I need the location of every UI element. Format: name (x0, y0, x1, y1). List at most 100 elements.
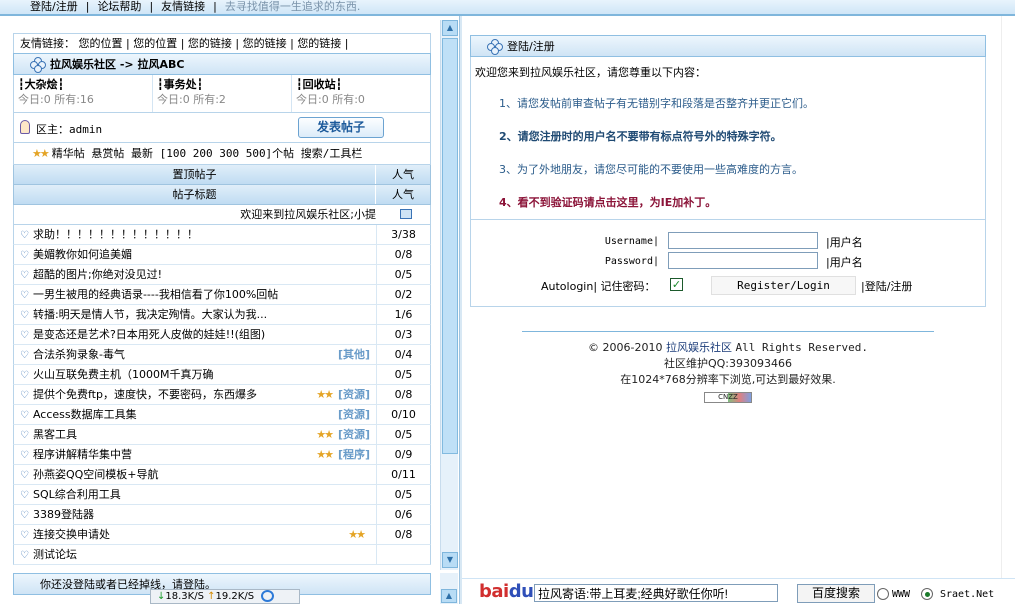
thread-title-link[interactable]: 超酷的图片;你绝对没见过! (33, 268, 162, 281)
heart-icon: ♡ (20, 430, 29, 441)
friend-link[interactable]: 您的链接 (188, 37, 232, 50)
heart-icon: ♡ (20, 250, 29, 261)
thread-row[interactable]: ♡ Access数据库工具集 [资源] 0/10 (13, 405, 431, 425)
www-radio[interactable] (877, 588, 889, 600)
thread-title-link[interactable]: 黑客工具 (33, 428, 77, 441)
support-qq: 社区维护QQ:393093466 (663, 357, 792, 370)
ie-icon[interactable] (261, 590, 275, 602)
cnzz-badge[interactable]: CNZZ (704, 392, 752, 403)
scrollbar-thumb[interactable] (442, 38, 458, 454)
scroll-down-icon[interactable]: ▼ (442, 552, 458, 568)
moderator-label[interactable]: 区主：admin (36, 121, 102, 137)
thread-category[interactable]: [程序] (338, 448, 370, 461)
thread-title-link[interactable]: 程序讲解精华集中营 (33, 448, 132, 461)
thread-row[interactable]: ♡ SQL综合利用工具 0/5 (13, 485, 431, 505)
board-name[interactable]: 事务处 (164, 78, 197, 91)
thread-title-link[interactable]: 合法杀狗录象-毒气 (33, 348, 125, 361)
baidu-logo[interactable]: baidu (479, 581, 534, 602)
ie-patch-link[interactable]: 4、看不到验证码请点击这里，为IE加补丁。 (499, 186, 985, 219)
thread-row[interactable]: ♡ 一男生被甩的经典语录----我相信看了你100%回帖 0/2 (13, 285, 431, 305)
thread-title-link[interactable]: 火山互联免费主机（1000M千真万确 (33, 368, 213, 381)
thread-category[interactable]: [其他] (338, 348, 370, 361)
thread-title-link[interactable]: 求助！！！！！！！！！！！！！ (33, 228, 198, 241)
thread-title-link[interactable]: 连接交换申请处 (33, 528, 110, 541)
thread-popularity: 0/11 (376, 465, 430, 484)
thread-title-link[interactable]: 孙燕姿QQ空间模板+导航 (33, 468, 159, 481)
breadcrumb-text[interactable]: 拉风娱乐社区 -> 拉风ABC (50, 58, 184, 71)
thread-title-link[interactable]: SQL综合利用工具 (33, 488, 121, 501)
board-name[interactable]: 回收站 (303, 78, 336, 91)
friend-link[interactable]: 您的位置 (133, 37, 177, 50)
thread-title-link[interactable]: 是变态还是艺术?日本用死人皮做的娃娃!!(组图) (33, 328, 265, 341)
heart-icon: ♡ (20, 330, 29, 341)
thread-row[interactable]: ♡ 孙燕姿QQ空间模板+导航 0/11 (13, 465, 431, 485)
thread-popularity: 0/3 (376, 325, 430, 344)
thread-title-link[interactable]: 美媚教你如何追美媚 (33, 248, 132, 261)
star-icon: ★★ (348, 528, 366, 541)
marquee-toggle-icon[interactable] (400, 209, 412, 219)
register-login-button[interactable]: Register/Login (711, 276, 856, 295)
new-post-button[interactable]: 发表帖子 (298, 117, 384, 138)
footer: © 2006-2010 拉风娱乐社区 All Rights Reserved. … (470, 331, 986, 404)
site-link[interactable]: 拉风娱乐社区 (666, 341, 732, 354)
thread-row[interactable]: ♡ 求助！！！！！！！！！！！！！ 3/38 (13, 225, 431, 245)
nav-help-link[interactable]: 论坛帮助 (91, 1, 147, 13)
thread-title-link[interactable]: 提供个免费ftp，速度快，不要密码，东西爆多 (33, 388, 257, 401)
thread-title-link[interactable]: 一男生被甩的经典语录----我相信看了你100%回帖 (33, 288, 278, 301)
thread-category[interactable]: [资源] (338, 388, 370, 401)
thread-row[interactable]: ♡ 程序讲解精华集中营 ★★ [程序] 0/9 (13, 445, 431, 465)
baidu-search-button[interactable]: 百度搜索 (797, 584, 875, 603)
login-header: 登陆/注册 (470, 35, 986, 57)
username-label: Username| (604, 236, 659, 247)
site-radio[interactable] (921, 588, 933, 600)
thread-tag: [其他] (338, 345, 370, 364)
nav-links-link[interactable]: 友情链接 (155, 1, 211, 13)
friend-link[interactable]: 您的链接 (297, 37, 341, 50)
scroll-up-icon[interactable]: ▲ (442, 20, 458, 36)
thread-title-cell: ♡ 火山互联免费主机（1000M千真万确 (14, 365, 376, 384)
board-item[interactable]: ┇回收站┇ 今日:0 所有:0 (292, 75, 430, 112)
friend-link[interactable]: 您的位置 (79, 37, 123, 50)
thread-row[interactable]: ♡ 测试论坛 (13, 545, 431, 565)
nav-login-link[interactable]: 登陆/注册 (0, 1, 84, 13)
board-item[interactable]: ┇事务处┇ 今日:0 所有:2 (153, 75, 292, 112)
thread-title-link[interactable]: 转播:明天是情人节，我决定殉情。大家认为我... (33, 308, 267, 321)
board-name[interactable]: 大杂烩 (25, 78, 58, 91)
upload-arrow-icon: ↑ (207, 591, 216, 602)
scroll-up-icon[interactable]: ▲ (441, 589, 457, 603)
baidu-logo-b: du (508, 581, 534, 602)
thread-row[interactable]: ♡ 火山互联免费主机（1000M千真万确 0/5 (13, 365, 431, 385)
thread-title-link[interactable]: 3389登陆器 (33, 508, 94, 521)
remember-checkbox[interactable]: ✓ (670, 278, 683, 291)
thread-row[interactable]: ♡ 超酷的图片;你绝对没见过! 0/5 (13, 265, 431, 285)
thread-row[interactable]: ♡ 是变态还是艺术?日本用死人皮做的娃娃!!(组图) 0/3 (13, 325, 431, 345)
filter-links[interactable]: 精华帖 悬赏帖 最新 [100 200 300 500]个帖 搜索/工具栏 (52, 147, 363, 160)
friend-link[interactable]: 您的链接 (243, 37, 287, 50)
heart-icon: ♡ (20, 310, 29, 321)
baidu-search-input[interactable] (534, 584, 778, 602)
friend-links-label: 友情链接： (20, 37, 75, 50)
pinned-header-row: 置顶帖子 人气 (13, 165, 431, 185)
thread-title-link[interactable]: 测试论坛 (33, 548, 77, 561)
page-scrollbar[interactable] (1001, 16, 1015, 604)
password-input[interactable] (668, 252, 818, 269)
thread-popularity: 0/8 (376, 245, 430, 264)
board-today: 今日:0 (18, 93, 51, 106)
thread-row[interactable]: ♡ 3389登陆器 0/6 (13, 505, 431, 525)
board-item[interactable]: ┇大杂烩┇ 今日:0 所有:16 (14, 75, 153, 112)
thread-title-link[interactable]: Access数据库工具集 (33, 408, 137, 421)
thread-row[interactable]: ♡ 提供个免费ftp，速度快，不要密码，东西爆多 ★★ [资源] 0/8 (13, 385, 431, 405)
thread-row[interactable]: ♡ 黑客工具 ★★ [资源] 0/5 (13, 425, 431, 445)
thread-title-cell: ♡ 黑客工具 ★★ [资源] (14, 425, 376, 444)
thread-row[interactable]: ♡ 合法杀狗录象-毒气 [其他] 0/4 (13, 345, 431, 365)
thread-category[interactable]: [资源] (338, 428, 370, 441)
thread-row[interactable]: ♡ 转播:明天是情人节，我决定殉情。大家认为我... 1/6 (13, 305, 431, 325)
left-scrollbar[interactable]: ▲ ▼ (440, 20, 458, 570)
thread-title-cell: ♡ 孙燕姿QQ空间模板+导航 (14, 465, 376, 484)
frame-divider[interactable] (459, 16, 462, 604)
username-input[interactable] (668, 232, 818, 249)
thread-row[interactable]: ♡ 美媚教你如何追美媚 0/8 (13, 245, 431, 265)
thread-row[interactable]: ♡ 连接交换申请处 ★★ 0/8 (13, 525, 431, 545)
thread-category[interactable]: [资源] (338, 408, 370, 421)
thread-tag: ★★ [资源] (316, 425, 370, 444)
